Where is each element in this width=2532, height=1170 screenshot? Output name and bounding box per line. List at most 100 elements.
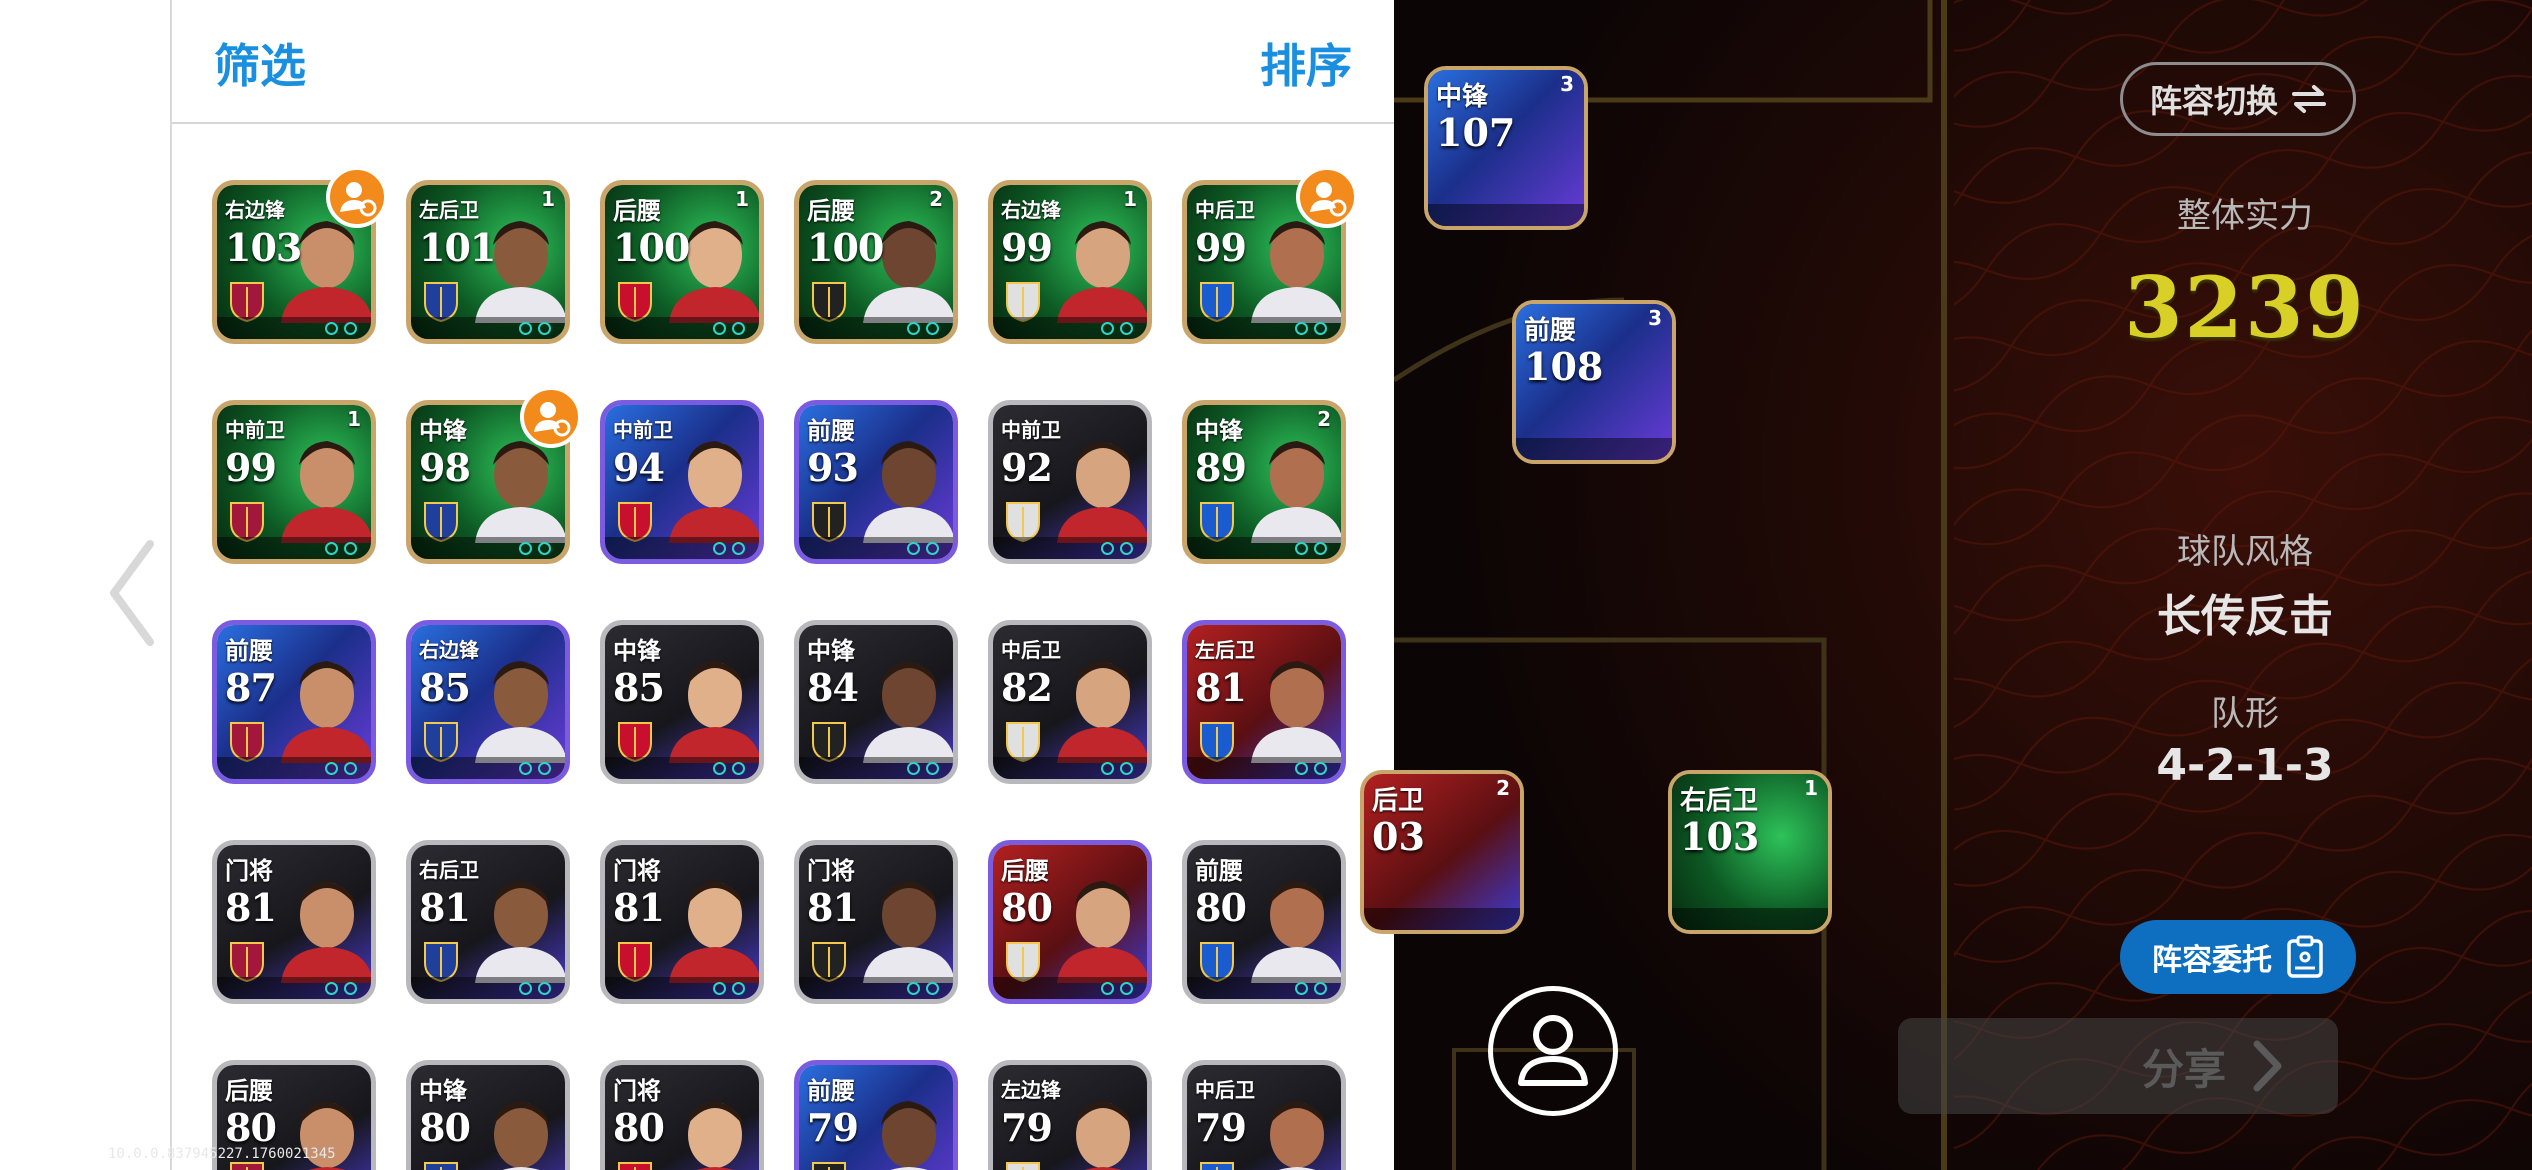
pitch-player-card[interactable]: 前腰 108 3 [1512,300,1676,464]
club-crest-icon [618,1162,652,1170]
player-rating: 98 [419,445,471,490]
pitch-player-card[interactable]: 中锋 107 3 [1424,66,1588,230]
club-crest-icon [1006,1162,1040,1170]
player-card[interactable]: 中后卫 82 [988,620,1152,784]
player-position: 门将 [807,857,855,885]
filter-button[interactable]: 筛选 [214,30,306,96]
skill-dots [1295,322,1327,335]
player-card[interactable]: 后腰 100 1 [600,180,764,344]
player-card[interactable]: 右边锋 85 [406,620,570,784]
player-rating: 94 [613,445,665,490]
player-card[interactable]: 前腰 93 [794,400,958,564]
player-card[interactable]: 右后卫 81 [406,840,570,1004]
player-card[interactable]: 中锋 85 [600,620,764,784]
player-rating: 81 [613,885,665,930]
player-rating: 80 [225,1105,277,1150]
player-card[interactable]: 左边锋 79 [988,1060,1152,1170]
player-level: 1 [541,187,555,211]
club-crest-icon [1200,1162,1234,1170]
player-card[interactable]: 中锋 89 2 [1182,400,1346,564]
player-card[interactable]: 中前卫 99 1 [212,400,376,564]
player-rating: 80 [1195,885,1247,930]
player-card[interactable]: 门将 81 [212,840,376,1004]
team-style-value: 长传反击 [2157,591,2333,642]
player-card[interactable]: 门将 80 [600,1060,764,1170]
player-position: 后腰 [1001,857,1049,885]
skill-dots [713,542,745,555]
player-level: 3 [1560,72,1574,96]
skill-dots [713,762,745,775]
player-position: 中锋 [613,637,661,665]
player-card[interactable]: 中前卫 92 [988,400,1152,564]
manager-badge-icon [326,166,388,228]
card-footer [1364,908,1520,930]
player-portrait [669,661,759,763]
player-rating: 92 [1001,445,1053,490]
skill-dots [907,322,939,335]
skill-dots [325,982,357,995]
player-position: 后腰 [225,1077,273,1105]
player-card[interactable]: 前腰 87 [212,620,376,784]
manager-profile-button[interactable] [1488,986,1618,1116]
player-card[interactable]: 后腰 100 2 [794,180,958,344]
player-rating: 93 [807,445,859,490]
squad-delegate-button[interactable]: 阵容委托 [2120,920,2356,994]
player-position: 左后卫 [419,198,479,222]
player-portrait [1251,441,1341,543]
skill-dots [1101,762,1133,775]
player-position: 门将 [225,857,273,885]
player-position: 左边锋 [1001,1078,1061,1102]
player-position: 前腰 [807,417,855,445]
player-level: 2 [1317,407,1331,431]
skill-dots [519,322,551,335]
skill-dots [519,542,551,555]
pitch-player-card[interactable]: 右后卫 103 1 [1668,770,1832,934]
player-portrait [881,1101,937,1170]
player-position: 门将 [613,1077,661,1105]
skill-dots [325,322,357,335]
player-portrait [863,881,953,983]
squad-switch-button[interactable]: 阵容切换 [2120,62,2356,136]
player-card[interactable]: 前腰 79 [794,1060,958,1170]
player-rating: 03 [1372,814,1425,859]
player-card[interactable]: 前腰 80 [1182,840,1346,1004]
player-position: 后卫 [1372,786,1425,816]
player-rating: 81 [419,885,471,930]
player-rating: 107 [1436,110,1516,155]
player-position: 前腰 [807,1077,855,1105]
team-style-label: 球队风格 [2177,532,2313,572]
player-position: 中后卫 [1195,198,1255,222]
player-rating: 100 [613,225,690,270]
player-level: 2 [1496,776,1510,800]
player-rating: 89 [1195,445,1247,490]
left-margin [0,0,170,1170]
player-card[interactable]: 门将 81 [794,840,958,1004]
player-rating: 79 [1001,1105,1053,1150]
player-card[interactable]: 左后卫 81 [1182,620,1346,784]
player-level: 3 [1648,306,1662,330]
player-rating: 84 [807,665,859,710]
player-position: 门将 [613,857,661,885]
pitch-player-card[interactable]: 后卫 03 2 [1360,770,1524,934]
share-button[interactable]: 分享 [1898,1018,2338,1114]
player-card[interactable]: 中锋 80 [406,1060,570,1170]
player-rating: 81 [807,885,859,930]
player-card[interactable]: 门将 81 [600,840,764,1004]
player-card[interactable]: 中后卫 79 [1182,1060,1346,1170]
player-position: 前腰 [225,637,273,665]
manager-badge-icon [520,386,582,448]
player-rating: 103 [1680,814,1760,859]
player-card[interactable]: 右边锋 99 1 [988,180,1152,344]
player-card[interactable]: 后腰 80 [988,840,1152,1004]
chevron-left-icon[interactable] [104,538,160,648]
player-rating: 80 [613,1105,665,1150]
player-card[interactable]: 左后卫 101 1 [406,180,570,344]
skill-dots [519,982,551,995]
player-card[interactable]: 中锋 84 [794,620,958,784]
player-card[interactable]: 中前卫 94 [600,400,764,564]
player-position: 中锋 [419,1077,467,1105]
skill-dots [1295,762,1327,775]
player-level: 1 [1123,187,1137,211]
sort-button[interactable]: 排序 [1260,30,1352,96]
skill-dots [1101,542,1133,555]
